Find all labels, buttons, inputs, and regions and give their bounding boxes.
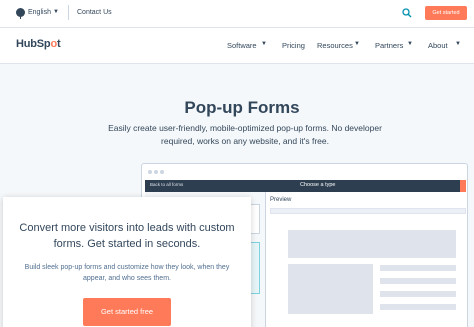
chevron-down-icon[interactable]: ▼	[53, 9, 59, 15]
back-to-forms-link: Back to all forms	[150, 182, 184, 187]
get-started-free-button[interactable]: Get started free	[83, 298, 171, 326]
app-header-bar: Back to all forms Choose a type	[145, 180, 466, 192]
preview-placeholder	[288, 264, 373, 314]
chevron-down-icon[interactable]: ▼	[455, 41, 461, 47]
preview-placeholder	[380, 304, 456, 310]
signup-card-description: Build sleek pop-up forms and customize h…	[24, 264, 230, 282]
app-header-accent	[460, 180, 466, 192]
contact-us-link[interactable]: Contact Us	[77, 9, 112, 16]
topbar-divider	[68, 5, 69, 20]
chevron-down-icon[interactable]: ▼	[261, 41, 267, 47]
preview-label: Preview	[270, 197, 292, 203]
language-selector[interactable]: English	[28, 9, 51, 16]
chevron-down-icon[interactable]: ▼	[354, 41, 360, 47]
preview-toolbar	[270, 208, 466, 214]
signup-card: Convert more visitors into leads with cu…	[3, 197, 251, 327]
nav-item-resources[interactable]: Resources	[317, 41, 353, 50]
signup-card-title: Convert more visitors into leads with cu…	[19, 222, 235, 250]
window-dot	[154, 170, 158, 174]
preview-placeholder	[380, 278, 456, 284]
nav-item-software[interactable]: Software	[227, 41, 257, 50]
nav-item-about[interactable]: About	[428, 41, 448, 50]
search-icon[interactable]	[402, 8, 412, 18]
window-dot	[148, 170, 152, 174]
preview-placeholder	[288, 230, 456, 258]
globe-stand	[20, 16, 21, 19]
hero-description: Easily create user-friendly, mobile-opti…	[108, 123, 382, 146]
page-title: Pop-up Forms	[184, 98, 300, 117]
nav-item-pricing[interactable]: Pricing	[282, 41, 305, 50]
chevron-down-icon[interactable]: ▼	[407, 41, 413, 47]
hubspot-logo[interactable]: HubSpot	[16, 38, 61, 50]
get-started-button[interactable]: Get started	[425, 6, 467, 20]
nav-item-partners[interactable]: Partners	[375, 41, 403, 50]
main-navigation: HubSpot Software ▼ Pricing Resources ▼ P…	[0, 28, 474, 64]
preview-placeholder	[380, 291, 456, 297]
top-utility-bar: English ▼ Contact Us Get started	[0, 0, 474, 28]
window-dot	[160, 170, 164, 174]
preview-placeholder	[380, 265, 456, 271]
choose-type-heading: Choose a type	[300, 182, 336, 188]
